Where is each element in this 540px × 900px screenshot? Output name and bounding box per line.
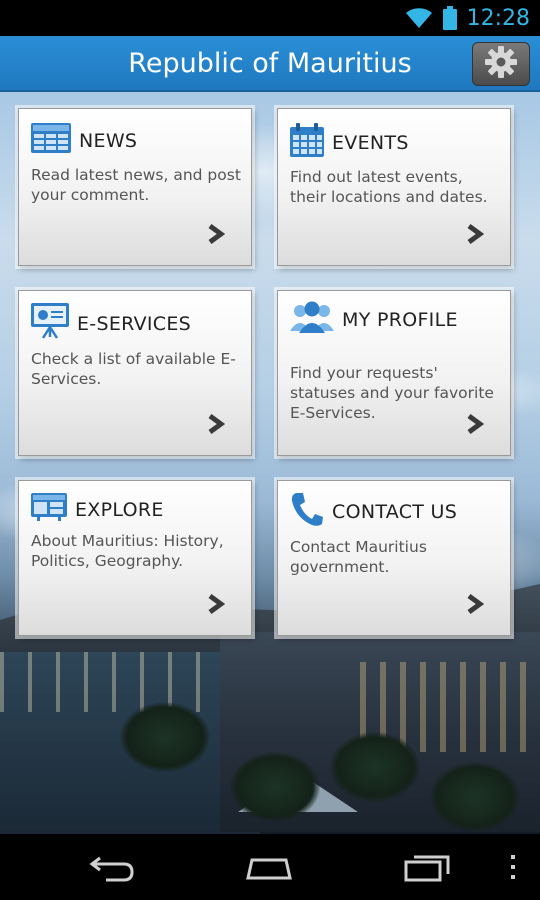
recent-apps-icon[interactable] [402,848,454,889]
tile-description: Read latest news, and post your comment. [31,166,241,204]
phone-icon [290,491,324,532]
background-lights [0,652,240,712]
tile-e-services[interactable]: E-SERVICES Check a list of available E-S… [18,290,252,456]
settings-button[interactable] [472,42,530,86]
action-bar: Republic of Mauritius [0,36,540,92]
tile-description: About Mauritius: History, Politics, Geog… [31,532,224,570]
chevron-right-icon [207,413,226,439]
users-icon [290,301,334,338]
home-icon[interactable] [242,848,296,889]
chevron-right-icon [466,593,485,619]
status-time: 12:28 [466,5,530,31]
battery-icon [442,6,457,30]
tile-title: EVENTS [332,131,409,154]
navigation-bar [0,834,540,900]
background-palm [330,732,420,802]
presentation-icon [31,303,69,344]
back-icon[interactable] [86,848,136,889]
chevron-right-icon [466,223,485,249]
chevron-right-icon [207,593,226,619]
tile-my-profile[interactable]: MY PROFILE Find your requests' statuses … [277,290,511,456]
background-palm [230,752,320,822]
gear-icon [484,45,518,84]
tile-contact-us[interactable]: CONTACT US Contact Mauritius government. [277,480,511,636]
tile-title: MY PROFILE [342,308,458,331]
calendar-icon [290,123,324,162]
tile-description: Contact Mauritius government. [290,538,427,576]
home-content: NEWS Read latest news, and post your com… [0,92,540,834]
tile-description: Find out latest events, their locations … [290,168,488,206]
tile-events[interactable]: EVENTS Find out latest events, their loc… [277,108,511,266]
tile-description: Check a list of available E-Services. [31,350,236,388]
overflow-menu-icon[interactable] [508,854,518,885]
background-palm [430,762,520,832]
tile-title: NEWS [79,129,138,152]
tile-title: CONTACT US [332,500,458,523]
tile-title: E-SERVICES [77,312,192,335]
newspaper-icon [31,123,71,158]
status-bar: 12:28 [0,0,540,36]
tile-explore[interactable]: EXPLORE About Mauritius: History, Politi… [18,480,252,636]
background-palm [120,702,210,772]
app-title: Republic of Mauritius [128,47,412,79]
map-icon [31,493,67,526]
wifi-icon [405,7,433,29]
chevron-right-icon [207,223,226,249]
tile-news[interactable]: NEWS Read latest news, and post your com… [18,108,252,266]
tile-title: EXPLORE [75,498,164,521]
chevron-right-icon [466,413,485,439]
